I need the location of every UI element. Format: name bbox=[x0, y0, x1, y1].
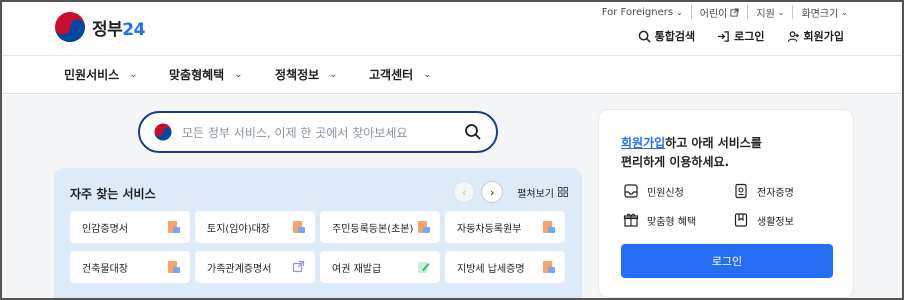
chevron-down-icon: ⌄ bbox=[676, 7, 683, 17]
gift-icon bbox=[623, 213, 639, 227]
external-link-icon bbox=[730, 7, 739, 17]
document-icon bbox=[168, 261, 180, 273]
service-item[interactable]: 건축물대장 bbox=[70, 251, 190, 283]
next-button[interactable]: › bbox=[481, 181, 504, 203]
signup-message-line2: 편리하게 이용하세요. bbox=[621, 155, 730, 169]
chevron-down-icon: ⌄ bbox=[777, 7, 785, 17]
chevron-down-icon: ⌄ bbox=[234, 69, 243, 80]
inbox-icon bbox=[624, 184, 638, 198]
gnb-custom-benefits[interactable]: 맞춤형혜택 ⌄ bbox=[169, 66, 243, 83]
add-user-icon bbox=[787, 30, 799, 42]
service-item[interactable]: 지방세 납세증명 bbox=[445, 251, 565, 283]
login-label: 로그인 bbox=[734, 30, 765, 43]
document-icon bbox=[543, 261, 555, 273]
gnb-customer-center[interactable]: 고객센터 ⌄ bbox=[369, 66, 432, 83]
document-icon bbox=[543, 221, 555, 233]
gnb-civil-services[interactable]: 민원서비스 ⌄ bbox=[64, 66, 138, 83]
header: 정부24 For Foreigners ⌄ 어린이 지원 ⌄ 화면크기 ⌄ 통합검색 … bbox=[2, 2, 902, 56]
service-item[interactable]: 자동차등록원부 bbox=[445, 211, 565, 243]
panel-item-civil-request[interactable]: 민원신청 bbox=[623, 183, 684, 199]
service-item[interactable]: 여권 재발급 bbox=[320, 251, 440, 283]
service-label: 인감증명서 bbox=[82, 223, 128, 235]
expand-all-label: 펼쳐보기 bbox=[517, 188, 554, 200]
certificate-icon bbox=[735, 183, 747, 199]
bookmark-icon bbox=[734, 213, 748, 227]
document-icon bbox=[293, 221, 305, 233]
panel-item-custom-benefits[interactable]: 맞춤형 혜택 bbox=[623, 212, 696, 228]
service-item[interactable]: 인감증명서 bbox=[70, 211, 190, 243]
integrated-search-label: 통합검색 bbox=[654, 30, 696, 43]
gnb-label: 민원서비스 bbox=[64, 68, 120, 82]
signup-message-text: 하고 아래 서비스를 bbox=[665, 136, 762, 150]
search-icon[interactable] bbox=[464, 123, 482, 141]
expand-all-button[interactable]: 펼쳐보기 bbox=[517, 185, 568, 200]
panel-item-label: 맞춤형 혜택 bbox=[647, 216, 697, 228]
kids-label: 어린이 bbox=[699, 8, 728, 20]
signup-link[interactable]: 회원가입 bbox=[787, 28, 844, 44]
service-item[interactable]: 가족관계증명서 bbox=[195, 251, 315, 283]
chevron-left-icon: ‹ bbox=[461, 185, 467, 199]
taegeuk-logo-icon bbox=[55, 12, 85, 42]
utility-menu: For Foreigners ⌄ 어린이 지원 ⌄ 화면크기 ⌄ bbox=[594, 5, 850, 20]
document-icon bbox=[418, 221, 430, 233]
support-menu[interactable]: 지원 ⌄ bbox=[747, 5, 792, 20]
external-link-icon bbox=[292, 260, 305, 273]
taegeuk-search-icon bbox=[154, 123, 172, 141]
gnb-policy-info[interactable]: 정책정보 ⌄ bbox=[275, 66, 338, 83]
chevron-down-icon: ⌄ bbox=[423, 69, 432, 80]
header-actions: 통합검색 로그인 회원가입 bbox=[638, 28, 844, 44]
search-input[interactable]: 모든 정부 서비스, 이제 한 곳에서 찾아보세요 bbox=[182, 124, 407, 141]
main-content: 모든 정부 서비스, 이제 한 곳에서 찾아보세요 자주 찾는 서비스 ‹ › … bbox=[2, 95, 902, 298]
panel-item-label: 민원신청 bbox=[647, 187, 684, 199]
service-label: 토지(임야)대장 bbox=[207, 223, 271, 235]
service-item[interactable]: 주민등록등본(초본) bbox=[320, 211, 440, 243]
gov24-logo[interactable]: 정부24 bbox=[54, 10, 145, 44]
for-foreigners-menu[interactable]: For Foreigners ⌄ bbox=[594, 5, 691, 19]
gnb-label: 맞춤형혜택 bbox=[169, 68, 225, 82]
logo-number: 24 bbox=[122, 19, 145, 40]
screen-size-label: 화면크기 bbox=[801, 8, 839, 20]
gnb-label: 정책정보 bbox=[275, 68, 320, 82]
document-icon bbox=[168, 221, 180, 233]
main-navigation: 민원서비스 ⌄ 맞춤형혜택 ⌄ 정책정보 ⌄ 고객센터 ⌄ bbox=[2, 57, 902, 94]
service-label: 자동차등록원부 bbox=[457, 223, 522, 235]
login-button[interactable]: 로그인 bbox=[621, 244, 833, 278]
logo-text: 정부24 bbox=[92, 19, 145, 40]
for-foreigners-label: For Foreigners bbox=[601, 6, 674, 18]
chevron-down-icon: ⌄ bbox=[329, 69, 338, 80]
integrated-search-button[interactable]: 통합검색 bbox=[638, 28, 695, 44]
service-label: 가족관계증명서 bbox=[207, 263, 272, 275]
login-link[interactable]: 로그인 bbox=[717, 28, 765, 44]
panel-item-label: 생활정보 bbox=[757, 216, 794, 228]
prev-button[interactable]: ‹ bbox=[453, 181, 476, 203]
chevron-right-icon: › bbox=[489, 185, 495, 199]
service-label: 지방세 납세증명 bbox=[457, 263, 525, 275]
kids-link[interactable]: 어린이 bbox=[690, 5, 748, 20]
login-panel: 회원가입하고 아래 서비스를 편리하게 이용하세요. 민원신청 전자증명 맞춤형… bbox=[598, 109, 854, 298]
chevron-down-icon: ⌄ bbox=[129, 69, 138, 80]
screen-size-menu[interactable]: 화면크기 ⌄ bbox=[792, 5, 850, 20]
service-item[interactable]: 토지(임야)대장 bbox=[195, 211, 315, 243]
favorite-services-title: 자주 찾는 서비스 bbox=[70, 187, 156, 201]
panel-item-label: 전자증명 bbox=[757, 187, 794, 199]
search-icon bbox=[638, 30, 651, 43]
pencil-document-icon bbox=[418, 262, 430, 273]
service-label: 건축물대장 bbox=[82, 263, 128, 275]
service-label: 주민등록등본(초본) bbox=[332, 223, 414, 235]
gnb-label: 고객센터 bbox=[369, 68, 414, 82]
service-label: 여권 재발급 bbox=[332, 263, 382, 275]
search-bar[interactable]: 모든 정부 서비스, 이제 한 곳에서 찾아보세요 bbox=[138, 111, 498, 153]
favorite-services-nav: ‹ › 펼쳐보기 bbox=[453, 181, 568, 203]
signup-message: 회원가입하고 아래 서비스를 편리하게 이용하세요. bbox=[621, 134, 762, 172]
grid-icon bbox=[558, 187, 568, 197]
chevron-down-icon: ⌄ bbox=[841, 7, 848, 17]
panel-item-life-info[interactable]: 생활정보 bbox=[733, 212, 794, 228]
support-label: 지원 bbox=[756, 8, 775, 20]
panel-item-e-certificate[interactable]: 전자증명 bbox=[733, 183, 794, 199]
signup-label: 회원가입 bbox=[803, 30, 844, 43]
favorite-services-panel: 자주 찾는 서비스 ‹ › 펼쳐보기 인감증명서 토지(임야)대장 주민등록등본… bbox=[54, 168, 582, 298]
signup-link[interactable]: 회원가입 bbox=[621, 136, 665, 150]
login-icon bbox=[718, 30, 729, 42]
